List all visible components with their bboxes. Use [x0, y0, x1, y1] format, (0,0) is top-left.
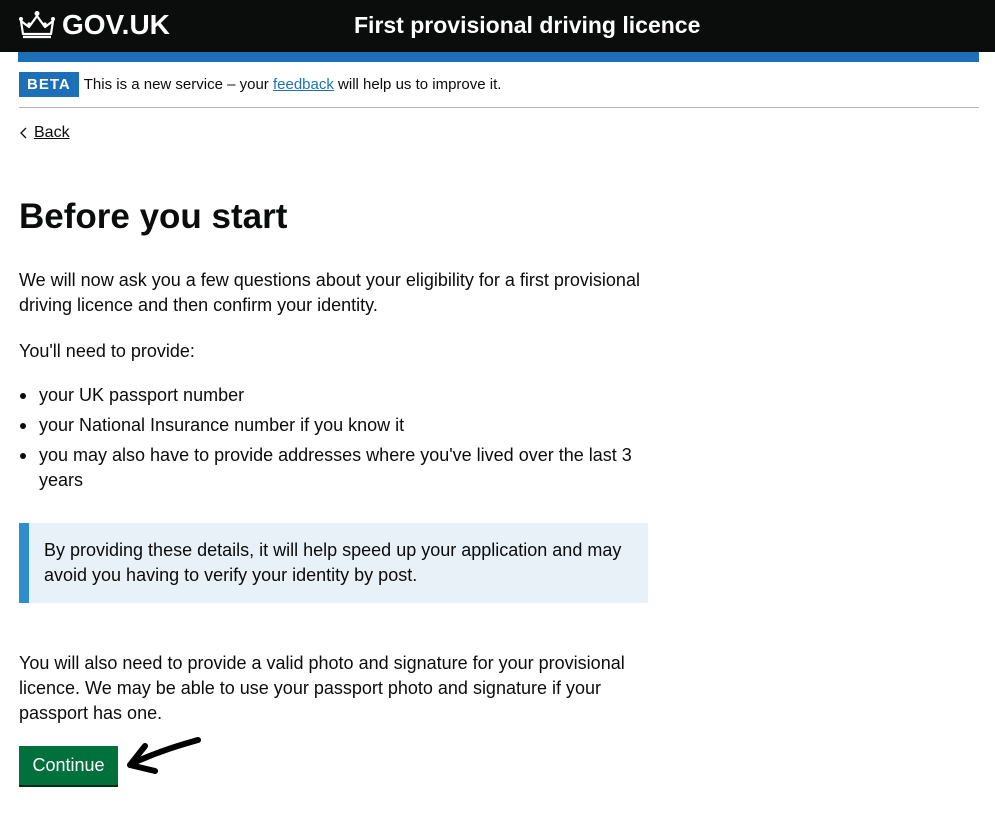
phase-banner-text: This is a new service – your feedback wi…	[84, 72, 502, 97]
phase-banner: BETA This is a new service – your feedba…	[19, 72, 979, 108]
need-to-provide-text: You'll need to provide:	[19, 341, 195, 361]
phase-text-before: This is a new service – your	[83, 76, 273, 93]
bullet-icon	[20, 453, 26, 459]
list-item-text: your UK passport number	[39, 385, 245, 405]
chevron-left-icon	[20, 127, 27, 139]
requirements-list: your UK passport number your National In…	[19, 383, 659, 498]
logo-text: GOV.UK	[62, 9, 170, 40]
list-item-text: you may also have to provide addresses w…	[39, 445, 632, 490]
govuk-logo-link[interactable]: GOV.UK	[18, 9, 170, 41]
back-link-label: Back	[34, 124, 70, 141]
phase-tag: BETA	[19, 72, 79, 97]
hand-drawn-arrow-icon	[127, 737, 201, 774]
service-name[interactable]: First provisional driving licence	[354, 11, 700, 39]
bullet-icon	[20, 393, 26, 399]
list-item: you may also have to provide addresses w…	[19, 443, 659, 493]
site-header: GOV.UK First provisional driving licence	[0, 0, 995, 52]
continue-button[interactable]: Continue	[19, 746, 118, 785]
list-item-text: your National Insurance number if you kn…	[39, 415, 405, 435]
photo-paragraph: You will also need to provide a valid ph…	[19, 653, 625, 723]
bullet-icon	[20, 423, 26, 429]
list-item: your National Insurance number if you kn…	[19, 413, 659, 438]
back-link[interactable]: Back	[19, 124, 70, 142]
feedback-link[interactable]: feedback	[273, 76, 334, 93]
inset-text: By providing these details, it will help…	[19, 523, 648, 603]
crown-icon	[19, 11, 55, 39]
list-item: your UK passport number	[19, 383, 659, 408]
intro-paragraph: We will now ask you a few questions abou…	[19, 270, 640, 315]
page-title: Before you start	[19, 197, 288, 236]
phase-text-after: will help us to improve it.	[333, 76, 502, 93]
header-accent-bar	[18, 52, 979, 62]
